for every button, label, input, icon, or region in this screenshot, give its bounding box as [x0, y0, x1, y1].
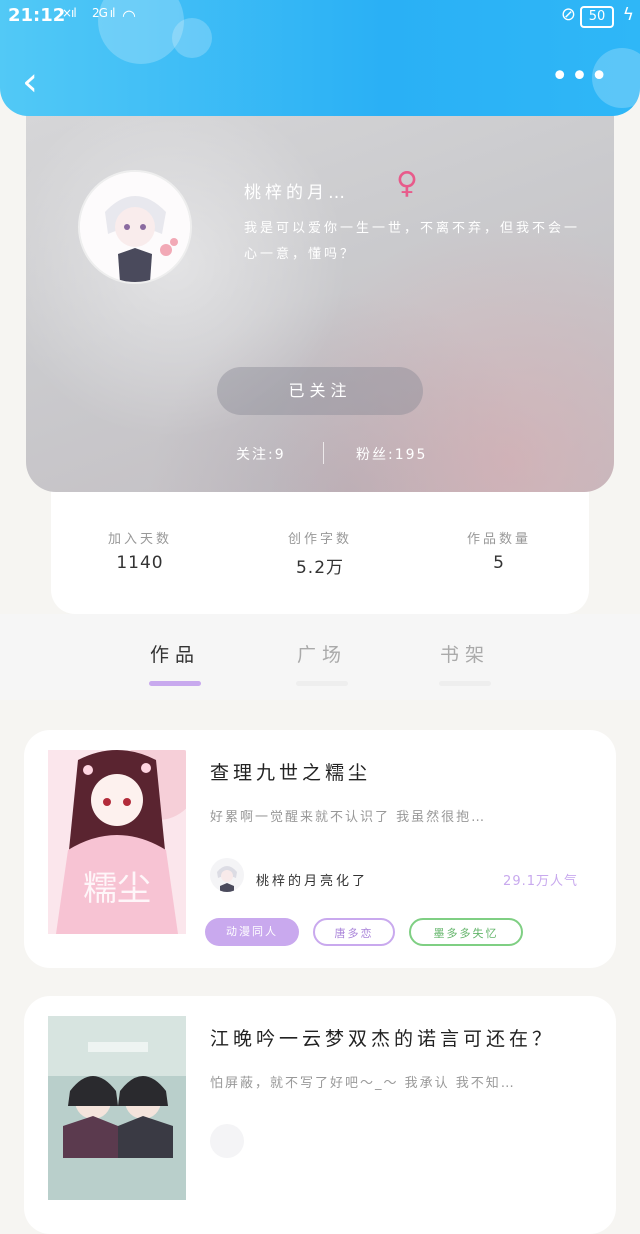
- tab-indicator: [296, 681, 348, 686]
- tab-label: 作品: [149, 644, 200, 666]
- followed-button[interactable]: 已关注: [217, 367, 423, 415]
- tag-amnesia[interactable]: 墨多多失忆: [409, 918, 523, 946]
- stat-works-count: 作品数量 5: [424, 528, 574, 573]
- tag-fanfiction[interactable]: 动漫同人: [205, 918, 299, 946]
- book-cover[interactable]: 糯尘: [48, 750, 186, 934]
- battery-icon: 50: [580, 6, 614, 28]
- following-count[interactable]: 关注:9: [236, 444, 286, 464]
- stat-label: 创作字数: [287, 532, 352, 547]
- tab-indicator: [149, 681, 201, 686]
- female-gender-icon: ♀: [396, 166, 418, 201]
- book-cover[interactable]: [48, 1016, 186, 1200]
- cover-title: 糯尘: [83, 869, 151, 909]
- book-title[interactable]: 查理九世之糯尘: [210, 758, 371, 785]
- stat-join-days: 加入天数 1140: [65, 528, 215, 573]
- profile-bio: 我是可以爱你一生一世，不离不弃，但我不会一心一意，懂吗？: [244, 221, 581, 262]
- stat-label: 作品数量: [466, 532, 531, 547]
- back-arrow-icon[interactable]: ‹: [22, 62, 38, 102]
- vibrate-mute-icon: ⊘: [560, 4, 576, 25]
- more-options-icon[interactable]: •••: [551, 62, 610, 92]
- profile-card: 桃梓的月… ♀ 我是可以爱你一生一世，不离不弃，但我不会一心一意，懂吗？ 已关注…: [26, 112, 614, 492]
- tab-bar: 作品 广场 书架: [0, 614, 640, 700]
- wifi-icon: ◠: [122, 6, 136, 25]
- stat-word-count: 创作字数 5.2万: [245, 528, 395, 578]
- book-description: 怕屏蔽，就不写了好吧～_～ 我承认 我不知…: [210, 1076, 516, 1091]
- tab-label: 书架: [439, 644, 490, 666]
- author-avatar[interactable]: [210, 858, 244, 892]
- tab-label: 广场: [296, 644, 347, 666]
- book-card[interactable]: 糯尘 查理九世之糯尘 好累啊一觉醒来就不认识了 我虽然很抱… 桃梓的月亮化了 2…: [24, 730, 616, 968]
- signal-icon: ×ıl: [62, 6, 77, 20]
- tab-square[interactable]: 广场: [282, 640, 362, 686]
- avatar[interactable]: [78, 170, 192, 284]
- author-avatar[interactable]: [210, 1124, 244, 1158]
- popularity: 29.1万人气: [503, 874, 578, 889]
- divider: [323, 442, 324, 464]
- author-name[interactable]: 桃梓的月亮化了: [256, 870, 368, 889]
- stat-value: 5.2万: [295, 558, 345, 578]
- status-time: 21:12: [8, 5, 66, 26]
- stat-value: 1140: [116, 553, 164, 573]
- tab-bookshelf[interactable]: 书架: [425, 640, 505, 686]
- nickname: 桃梓的月…: [244, 183, 349, 203]
- status-bar: 21:12 ×ıl 2G ıl ◠ ⊘ 50 ϟ: [0, 0, 640, 34]
- tab-indicator: [439, 681, 491, 686]
- fans-count[interactable]: 粉丝:195: [356, 444, 427, 464]
- stat-value: 5: [493, 553, 505, 573]
- book-description: 好累啊一觉醒来就不认识了 我虽然很抱…: [210, 810, 487, 825]
- book-title[interactable]: 江晚吟一云梦双杰的诺言可还在？: [210, 1024, 555, 1051]
- signal-2g-icon: 2G ıl: [92, 6, 115, 20]
- charging-icon: ϟ: [622, 5, 634, 25]
- book-card[interactable]: 江晚吟一云梦双杰的诺言可还在？ 怕屏蔽，就不写了好吧～_～ 我承认 我不知…: [24, 996, 616, 1234]
- stat-label: 加入天数: [107, 532, 172, 547]
- tag-ship[interactable]: 唐多恋: [313, 918, 395, 946]
- tab-works[interactable]: 作品: [135, 640, 215, 686]
